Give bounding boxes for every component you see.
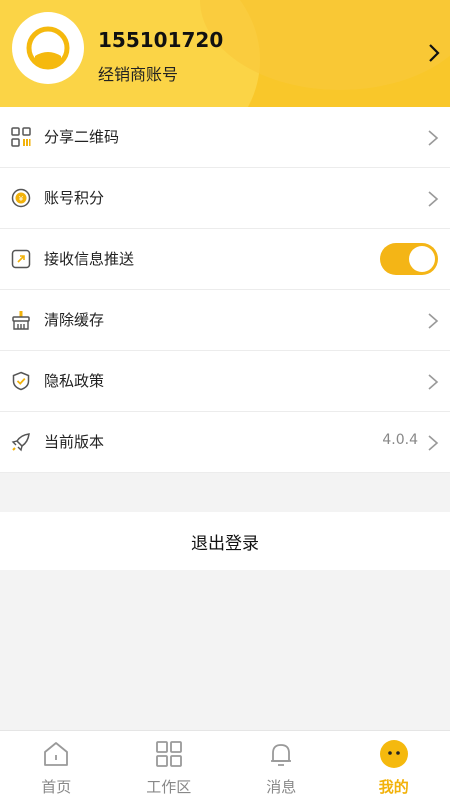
avatar-logo-icon <box>26 26 70 70</box>
tab-mine[interactable]: 我的 <box>338 731 450 800</box>
version-value: 4.0.4 <box>382 432 418 448</box>
menu-item-label: 接收信息推送 <box>44 250 135 268</box>
chevron-right-icon[interactable] <box>424 42 444 64</box>
logout-button[interactable]: 退出登录 <box>0 512 450 570</box>
chevron-right-icon <box>428 313 439 329</box>
user-id: 155101720 <box>98 28 224 52</box>
tab-workspace[interactable]: 工作区 <box>113 731 226 800</box>
menu-item-privacy-policy[interactable]: 隐私政策 <box>0 351 450 412</box>
tab-label: 我的 <box>378 778 409 796</box>
menu-item-label: 隐私政策 <box>44 372 105 390</box>
user-role: 经销商账号 <box>98 65 179 84</box>
chevron-right-icon <box>428 130 439 146</box>
menu-item-label: 清除缓存 <box>44 311 105 329</box>
menu-item-account-points[interactable]: ¥ 账号积分 <box>0 168 450 229</box>
shield-check-icon <box>12 371 30 391</box>
menu-item-label: 账号积分 <box>44 189 105 207</box>
rocket-icon <box>11 433 30 452</box>
tab-label: 首页 <box>41 778 72 796</box>
menu-item-push-notifications: 接收信息推送 <box>0 229 450 290</box>
profile-header[interactable]: 155101720 经销商账号 <box>0 0 450 107</box>
face-icon <box>379 740 408 768</box>
push-toggle[interactable] <box>380 243 438 275</box>
svg-text:¥: ¥ <box>19 195 24 203</box>
bottom-tab-bar: 首页 工作区 消息 我的 <box>0 730 450 800</box>
qrcode-icon <box>11 127 31 147</box>
settings-menu: 分享二维码 ¥ 账号积分 接收信息推送 清除缓存 隐私政策 当前版本 4.0.4 <box>0 107 450 473</box>
chevron-right-icon <box>428 435 439 451</box>
menu-item-current-version[interactable]: 当前版本 4.0.4 <box>0 412 450 473</box>
toggle-knob <box>409 246 435 272</box>
menu-item-label: 分享二维码 <box>44 128 120 146</box>
menu-item-label: 当前版本 <box>44 433 105 451</box>
push-icon <box>11 249 31 269</box>
avatar[interactable] <box>12 12 84 84</box>
tab-home[interactable]: 首页 <box>0 731 113 800</box>
menu-item-clear-cache[interactable]: 清除缓存 <box>0 290 450 351</box>
home-icon <box>44 742 69 766</box>
chevron-right-icon <box>428 374 439 390</box>
tab-label: 工作区 <box>146 778 192 796</box>
tab-messages[interactable]: 消息 <box>225 731 338 800</box>
yen-coin-icon: ¥ <box>11 188 31 208</box>
menu-item-share-qrcode[interactable]: 分享二维码 <box>0 107 450 168</box>
bell-icon <box>271 744 292 766</box>
chevron-right-icon <box>428 191 439 207</box>
grid-icon <box>155 741 182 767</box>
tab-label: 消息 <box>266 778 297 796</box>
broom-icon <box>12 311 30 330</box>
